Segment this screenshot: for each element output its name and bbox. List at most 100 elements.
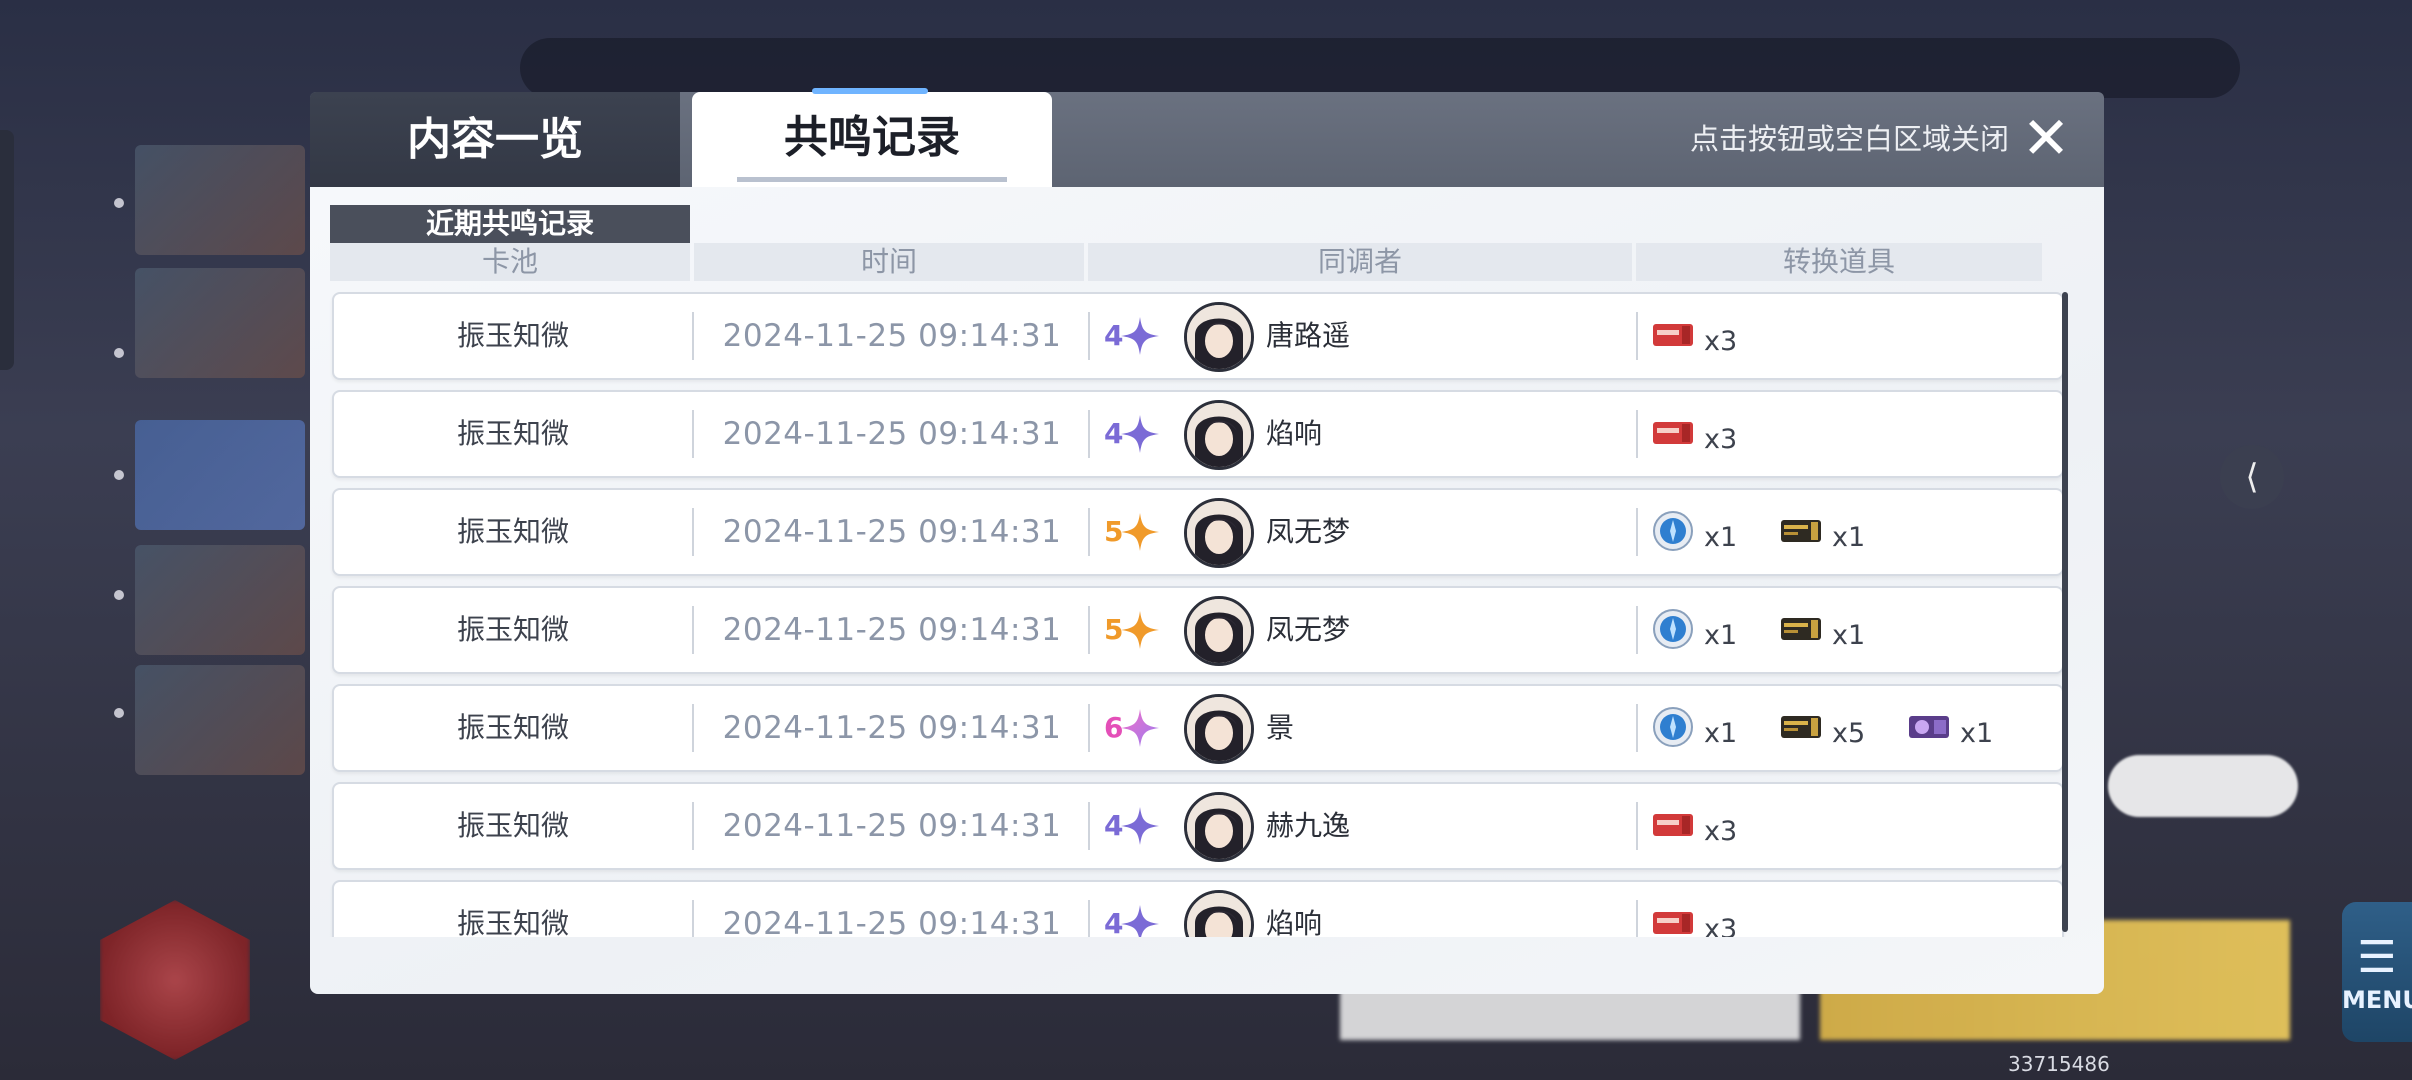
rarity-star-icon: [1121, 709, 1159, 747]
section-label: 近期共鸣记录: [330, 205, 690, 243]
divider: [1636, 312, 1638, 360]
items-cell: red-ticket-iconx3: [1652, 392, 2052, 476]
blue-orb-icon: [1653, 609, 1693, 649]
divider: [692, 606, 694, 654]
nav-dot: [114, 590, 124, 600]
gold-ticket-icon: [1781, 716, 1821, 738]
item-quantity: x1: [1960, 718, 1994, 749]
pull-time: 2024-11-25 09:14:31: [722, 514, 1062, 550]
gold-ticket-icon: [1781, 520, 1821, 542]
bg-detail-button: [2108, 755, 2298, 817]
item-quantity: x5: [1832, 718, 1866, 749]
player-uid: 33715486: [2008, 1052, 2110, 1076]
rarity-star-icon: [1121, 513, 1159, 551]
divider: [692, 410, 694, 458]
rarity-star-icon: [1121, 317, 1159, 355]
item-quantity: x1: [1704, 620, 1738, 651]
bg-hex-badge: [100, 900, 250, 1060]
divider: [1088, 900, 1090, 937]
character-avatar: [1184, 694, 1254, 764]
pull-time: 2024-11-25 09:14:31: [722, 318, 1062, 354]
character-name: 景: [1266, 711, 1295, 744]
character-avatar: [1184, 596, 1254, 666]
character-name: 赫九逸: [1266, 809, 1351, 842]
dialog-header: 内容一览 共鸣记录 点击按钮或空白区域关闭 ✕: [310, 88, 2104, 192]
nav-dot: [114, 470, 124, 480]
items-cell: blue-orb-iconx1gold-ticket-iconx1: [1652, 588, 2052, 672]
scrollbar[interactable]: [2062, 292, 2068, 932]
character-cell: 6景: [1104, 686, 1624, 770]
rarity-star-icon: [1121, 415, 1159, 453]
character-avatar: [1184, 792, 1254, 862]
red-ticket-icon: [1653, 422, 1693, 444]
pool-name: 振玉知微: [456, 417, 569, 450]
item-quantity: x3: [1704, 424, 1738, 455]
blue-orb-icon: [1653, 511, 1693, 551]
nav-dot: [114, 198, 124, 208]
character-avatar: [1184, 400, 1254, 470]
table-row: 振玉知微 2024-11-25 09:14:31 5凤无梦 blue-orb-icon…: [332, 586, 2064, 674]
divider: [692, 312, 694, 360]
divider: [1636, 900, 1638, 937]
table-row: 振玉知微 2024-11-25 09:14:31 4焰响 red-ticket-ico…: [332, 390, 2064, 478]
red-ticket-icon: [1653, 324, 1693, 346]
pool-name: 振玉知微: [456, 711, 569, 744]
column-header-character: 同调者: [1088, 243, 1632, 281]
character-name: 唐路遥: [1266, 319, 1351, 352]
tab-records[interactable]: 共鸣记录: [692, 88, 1052, 192]
character-name: 凤无梦: [1266, 515, 1351, 548]
divider: [1636, 704, 1638, 752]
tab-active-mark: [812, 88, 928, 94]
divider: [692, 508, 694, 556]
pool-name: 振玉知微: [456, 907, 569, 937]
tab-records-label: 共鸣记录: [784, 112, 960, 163]
top-resource-bar: [520, 38, 2240, 98]
item-quantity: x3: [1704, 914, 1738, 937]
character-name: 凤无梦: [1266, 613, 1351, 646]
character-avatar: [1184, 498, 1254, 568]
item-quantity: x1: [1704, 718, 1738, 749]
dialog-body: 近期共鸣记录 卡池 时间 同调者 转换道具 振玉知微 2024-11-25 09:…: [310, 187, 2104, 994]
share-icon: ⟨: [2220, 445, 2284, 509]
menu-button[interactable]: ☰ MENU: [2342, 902, 2412, 1042]
column-header-items: 转换道具: [1636, 243, 2042, 281]
items-cell: red-ticket-iconx3: [1652, 294, 2052, 378]
item-quantity: x3: [1704, 816, 1738, 847]
column-header-pool: 卡池: [330, 243, 690, 281]
divider: [1088, 704, 1090, 752]
items-cell: blue-orb-iconx1gold-ticket-iconx1: [1652, 490, 2052, 574]
divider: [692, 802, 694, 850]
tab-overview[interactable]: 内容一览: [310, 92, 680, 187]
left-edge-tab: [0, 130, 14, 370]
banner-thumb: [135, 268, 305, 378]
pool-name: 振玉知微: [456, 319, 569, 352]
pull-time: 2024-11-25 09:14:31: [722, 906, 1062, 937]
character-cell: 4 唐路遥: [1104, 294, 1624, 378]
pull-time: 2024-11-25 09:14:31: [722, 612, 1062, 648]
close-icon[interactable]: ✕: [2018, 109, 2074, 167]
divider: [1088, 802, 1090, 850]
divider: [1636, 802, 1638, 850]
divider: [692, 900, 694, 937]
record-list[interactable]: 振玉知微 2024-11-25 09:14:31 4唐路遥 red-ticket-ic…: [310, 292, 2080, 937]
pool-name: 振玉知微: [456, 515, 569, 548]
pull-time: 2024-11-25 09:14:31: [722, 710, 1062, 746]
character-avatar: [1184, 890, 1254, 937]
divider: [1636, 508, 1638, 556]
gold-ticket-icon: [1781, 618, 1821, 640]
item-quantity: x1: [1832, 522, 1866, 553]
character-cell: 5 凤无梦: [1104, 490, 1624, 574]
pull-time: 2024-11-25 09:14:31: [722, 416, 1062, 452]
divider: [1088, 410, 1090, 458]
banner-thumb: [135, 420, 305, 530]
divider: [1088, 508, 1090, 556]
column-header-time: 时间: [694, 243, 1084, 281]
purple-ticket-icon: [1909, 716, 1949, 738]
rarity-star-icon: [1121, 611, 1159, 649]
table-row: 振玉知微 2024-11-25 09:14:31 5凤无梦 blue-orb-icon…: [332, 488, 2064, 576]
character-name: 焰响: [1266, 417, 1323, 450]
menu-label: MENU: [2342, 986, 2412, 1014]
scrollbar-thumb[interactable]: [2062, 292, 2068, 932]
record-dialog: 内容一览 共鸣记录 点击按钮或空白区域关闭 ✕ 近期共鸣记录 卡池 时间 同调者…: [310, 88, 2104, 994]
table-row: 振玉知微 2024-11-25 09:14:31 4唐路遥 red-ticket-ic…: [332, 292, 2064, 380]
